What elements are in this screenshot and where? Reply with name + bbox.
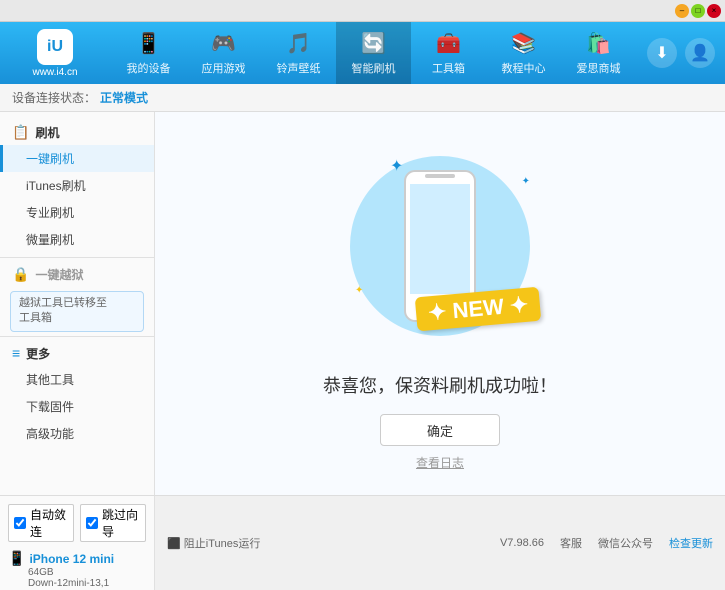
nav-item-my-device[interactable]: 📱 我的设备 <box>111 22 186 84</box>
nav-item-apps-games[interactable]: 🎮 应用游戏 <box>186 22 261 84</box>
nav-icon-toolbox: 🧰 <box>436 31 461 56</box>
logo-icon: iU <box>37 29 73 65</box>
nav-item-tutorials[interactable]: 📚 教程中心 <box>486 22 561 84</box>
auto-connect-text: 自动敛连 <box>30 506 68 540</box>
maximize-button[interactable]: □ <box>691 4 705 18</box>
jailbreak-notice: 越狱工具已转移至工具箱 <box>10 291 144 332</box>
title-bar-controls: – □ × <box>675 4 721 18</box>
skip-wizard-checkbox[interactable] <box>86 517 98 529</box>
nav-label-toolbox: 工具箱 <box>432 60 465 76</box>
customer-service-link[interactable]: 客服 <box>560 535 582 551</box>
sidebar-item-one-click[interactable]: 一键刷机 <box>0 145 154 172</box>
sparkle-1: ✦ <box>390 156 403 176</box>
sidebar-item-other-tools[interactable]: 其他工具 <box>0 366 154 393</box>
wechat-link[interactable]: 微信公众号 <box>598 535 653 551</box>
minimize-button[interactable]: – <box>675 4 689 18</box>
nav-icon-ringtones: 🎵 <box>286 31 311 56</box>
nav-label-smart-brush: 智能刷机 <box>352 60 396 76</box>
sidebar-item-advanced[interactable]: 高级功能 <box>0 420 154 447</box>
brush-section-icon: 📋 <box>12 124 29 141</box>
sidebar-item-download-firmware[interactable]: 下载固件 <box>0 393 154 420</box>
more-section-label: 更多 <box>26 345 50 362</box>
sidebar-item-micro[interactable]: 微量刷机 <box>0 226 154 253</box>
device-info: 📱 iPhone 12 mini 64GB Down-12mini-13,1 <box>8 550 146 589</box>
status-bar: 设备连接状态： 正常模式 <box>0 84 725 112</box>
more-section-icon: ≡ <box>12 345 20 361</box>
stop-itunes: ⬛ 阻止iTunes运行 <box>167 535 260 551</box>
nav-item-store[interactable]: 🛍️ 爱思商城 <box>561 22 636 84</box>
bottom-content: ⬛ 阻止iTunes运行 V7.98.66 客服 微信公众号 检查更新 <box>155 496 725 590</box>
nav-label-store: 爱思商城 <box>577 60 621 76</box>
sidebar-section-more[interactable]: ≡ 更多 <box>0 341 154 366</box>
skip-wizard-text: 跳过向导 <box>102 506 140 540</box>
main-layout: 📋 刷机 一键刷机 iTunes刷机 专业刷机 微量刷机 🔒 一键越狱 越狱工具… <box>0 112 725 495</box>
nav-label-ringtones: 铃声壁纸 <box>277 60 321 76</box>
nav-item-smart-brush[interactable]: 🔄 智能刷机 <box>336 22 411 84</box>
nav-icon-apps-games: 🎮 <box>211 31 236 56</box>
nav-right: ⬇ 👤 <box>647 38 715 68</box>
version-label: V7.98.66 <box>500 537 544 549</box>
sidebar-item-itunes[interactable]: iTunes刷机 <box>0 172 154 199</box>
close-button[interactable]: × <box>707 4 721 18</box>
success-illustration: ✦ NEW ✦ ✦ ✦ ✦ <box>330 136 550 356</box>
success-text: 恭喜您，保资料刷机成功啦！ <box>323 372 557 398</box>
sidebar-divider-1 <box>0 257 154 258</box>
logo-area: iU www.i4.cn <box>10 29 100 78</box>
lock-icon: 🔒 <box>12 266 29 283</box>
nav-icon-store: 🛍️ <box>586 31 611 56</box>
nav-label-my-device: 我的设备 <box>127 60 171 76</box>
download-button[interactable]: ⬇ <box>647 38 677 68</box>
device-name: iPhone 12 mini <box>29 552 114 566</box>
top-nav: iU www.i4.cn 📱 我的设备 🎮 应用游戏 🎵 铃声壁纸 🔄 智能刷机 🧰 工具箱 📚 教程… <box>0 22 725 84</box>
nav-items: 📱 我的设备 🎮 应用游戏 🎵 铃声壁纸 🔄 智能刷机 🧰 工具箱 📚 教程中心 🛍️ 爱思商城 <box>100 22 647 84</box>
nav-icon-my-device: 📱 <box>136 31 161 56</box>
auto-connect-checkbox[interactable] <box>14 517 26 529</box>
account-button[interactable]: 👤 <box>685 38 715 68</box>
nav-icon-tutorials: 📚 <box>511 31 536 56</box>
brush-section-label: 刷机 <box>35 124 59 141</box>
nav-item-toolbox[interactable]: 🧰 工具箱 <box>411 22 486 84</box>
content-area: ✦ NEW ✦ ✦ ✦ ✦ 恭喜您，保资料刷机成功啦！ 确定 查看日志 <box>155 112 725 495</box>
title-bar: – □ × <box>0 0 725 22</box>
sparkle-2: ✦ <box>522 176 530 187</box>
logo-url: www.i4.cn <box>32 67 77 78</box>
status-value: 正常模式 <box>100 89 148 106</box>
secondary-link[interactable]: 查看日志 <box>416 454 464 471</box>
nav-label-tutorials: 教程中心 <box>502 60 546 76</box>
bottom-section: 自动敛连 跳过向导 📱 iPhone 12 mini 64GB Down-12m… <box>0 495 725 590</box>
jailbreak-label: 一键越狱 <box>35 266 83 283</box>
device-storage: 64GB <box>8 567 146 578</box>
phone-icon: 📱 <box>8 550 25 567</box>
sidebar-section-brush[interactable]: 📋 刷机 <box>0 120 154 145</box>
skip-wizard-label[interactable]: 跳过向导 <box>80 504 146 542</box>
check-update-link[interactable]: 检查更新 <box>669 535 713 551</box>
confirm-button[interactable]: 确定 <box>380 414 500 446</box>
status-label: 设备连接状态： <box>12 89 96 106</box>
stop-itunes-label: 阻止iTunes运行 <box>184 538 261 550</box>
sidebar-item-pro[interactable]: 专业刷机 <box>0 199 154 226</box>
sidebar: 📋 刷机 一键刷机 iTunes刷机 专业刷机 微量刷机 🔒 一键越狱 越狱工具… <box>0 112 155 495</box>
auto-connect-label[interactable]: 自动敛连 <box>8 504 74 542</box>
sidebar-divider-2 <box>0 336 154 337</box>
footer-right: V7.98.66 客服 微信公众号 检查更新 <box>500 535 713 551</box>
nav-icon-smart-brush: 🔄 <box>361 31 386 56</box>
nav-item-ringtones[interactable]: 🎵 铃声壁纸 <box>261 22 336 84</box>
device-firmware: Down-12mini-13,1 <box>8 578 146 589</box>
sidebar-section-jailbreak: 🔒 一键越狱 <box>0 262 154 287</box>
nav-label-apps-games: 应用游戏 <box>202 60 246 76</box>
checkbox-row: 自动敛连 跳过向导 <box>8 504 146 542</box>
bottom-sidebar: 自动敛连 跳过向导 📱 iPhone 12 mini 64GB Down-12m… <box>0 496 155 590</box>
stop-icon: ⬛ <box>167 538 181 550</box>
sparkle-3: ✦ <box>355 285 363 296</box>
